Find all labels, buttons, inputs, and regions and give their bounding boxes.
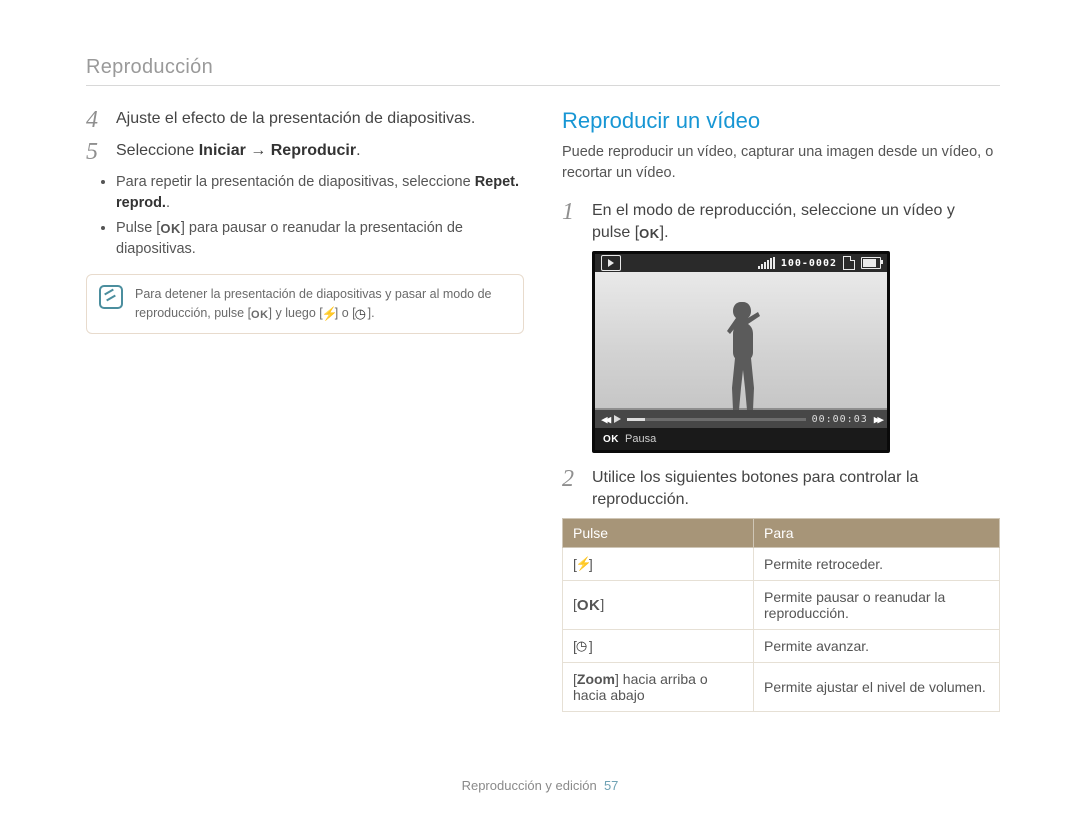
table-row: [] Permite retroceder. bbox=[563, 548, 1000, 581]
step-1: 1 En el modo de reproducción, seleccione… bbox=[562, 200, 1000, 243]
left-column: 4 Ajuste el efecto de la presentación de… bbox=[86, 108, 524, 712]
memory-card-icon bbox=[843, 256, 855, 270]
text: reproducción, pulse [ bbox=[135, 306, 251, 320]
step-text: En el modo de reproducción, seleccione u… bbox=[592, 200, 1000, 243]
volume-level-icon bbox=[758, 257, 775, 269]
two-column-layout: 4 Ajuste el efecto de la presentación de… bbox=[86, 108, 1000, 712]
ok-icon: OK bbox=[160, 220, 181, 239]
lcd-status-right: 100-0002 bbox=[758, 256, 881, 270]
step-number: 4 bbox=[86, 108, 104, 132]
cell-desc: Permite ajustar el nivel de volumen. bbox=[754, 663, 1000, 712]
text: ]. bbox=[368, 306, 375, 320]
playback-mode-icon bbox=[601, 255, 621, 271]
flash-icon bbox=[323, 306, 335, 320]
table-row: [Zoom] hacia arriba o hacia abajo Permit… bbox=[563, 663, 1000, 712]
note-text: Para detener la presentación de diaposit… bbox=[135, 285, 491, 323]
battery-icon bbox=[861, 257, 881, 269]
cell-desc: Permite pausar o reanudar la reproducció… bbox=[754, 581, 1000, 630]
page-header: Reproducción bbox=[86, 56, 1000, 86]
step-2: 2 Utilice los siguientes botones para co… bbox=[562, 467, 1000, 510]
cell-desc: Permite retroceder. bbox=[754, 548, 1000, 581]
rewind-icon: ◀◀ bbox=[601, 413, 608, 426]
person-silhouette bbox=[723, 302, 763, 410]
table-row: [] Permite avanzar. bbox=[563, 630, 1000, 663]
controls-table: Pulse Para [] Permite retroceder. [OK] P… bbox=[562, 518, 1000, 712]
timer-icon bbox=[577, 640, 589, 654]
step-text: Seleccione Iniciar → Reproducir. bbox=[116, 140, 524, 164]
page: Reproducción 4 Ajuste el efecto de la pr… bbox=[0, 0, 1080, 815]
text: Para detener la presentación de diaposit… bbox=[135, 287, 491, 301]
step-text: Ajuste el efecto de la presentación de d… bbox=[116, 108, 524, 132]
ok-icon: OK bbox=[251, 307, 269, 324]
bullet-list: Para repetir la presentación de diaposit… bbox=[116, 172, 524, 260]
lcd-footer: OK Pausa bbox=[595, 428, 887, 450]
cell-button: [OK] bbox=[563, 581, 754, 630]
play-icon bbox=[614, 415, 621, 423]
step-number: 5 bbox=[86, 140, 104, 164]
bullet-item: Pulse [OK] para pausar o reanudar la pre… bbox=[116, 218, 524, 260]
note-icon bbox=[99, 285, 123, 309]
footer-label: Reproducción y edición bbox=[462, 778, 597, 793]
lcd-transport-bar: ◀◀ 00:00:03 ▶▶ bbox=[595, 410, 887, 428]
text: Seleccione bbox=[116, 142, 199, 159]
section-title: Reproducir un vídeo bbox=[562, 108, 1000, 134]
lcd-status-bar: 100-0002 bbox=[595, 254, 887, 272]
fast-forward-icon: ▶▶ bbox=[874, 413, 881, 426]
cell-button: [] bbox=[563, 548, 754, 581]
ok-icon: OK bbox=[603, 434, 619, 445]
timecode: 00:00:03 bbox=[812, 414, 868, 425]
text-bold: Zoom bbox=[577, 671, 615, 687]
ok-icon: OK bbox=[577, 597, 601, 614]
text: Utilice los siguientes botones para cont… bbox=[592, 469, 918, 486]
cell-desc: Permite avanzar. bbox=[754, 630, 1000, 663]
text: En el modo de reproducción, seleccione u… bbox=[592, 202, 955, 219]
step-number: 1 bbox=[562, 200, 580, 243]
text-bold: Reproducir bbox=[271, 142, 356, 159]
ok-icon: OK bbox=[639, 225, 660, 243]
section-intro: Puede reproducir un vídeo, capturar una … bbox=[562, 142, 1000, 184]
text: Para repetir la presentación de diaposit… bbox=[116, 174, 475, 190]
timer-icon bbox=[356, 306, 368, 320]
text-bold: Iniciar bbox=[199, 142, 246, 159]
cell-button: [] bbox=[563, 630, 754, 663]
step-4: 4 Ajuste el efecto de la presentación de… bbox=[86, 108, 524, 132]
camera-lcd-preview: 100-0002 ◀◀ 00:00:03 ▶ bbox=[592, 251, 890, 453]
text: pulse [ bbox=[592, 224, 639, 241]
page-footer: Reproducción y edición 57 bbox=[0, 778, 1080, 793]
step-5: 5 Seleccione Iniciar → Reproducir. bbox=[86, 140, 524, 164]
table-header-pulse: Pulse bbox=[563, 519, 754, 548]
cell-button: [Zoom] hacia arriba o hacia abajo bbox=[563, 663, 754, 712]
text: . bbox=[356, 142, 360, 159]
text: Pulse [ bbox=[116, 220, 160, 236]
text: ]. bbox=[660, 224, 669, 241]
flash-icon bbox=[577, 558, 589, 572]
text: ] y luego [ bbox=[269, 306, 323, 320]
text: . bbox=[166, 195, 170, 211]
progress-bar bbox=[627, 418, 805, 421]
right-column: Reproducir un vídeo Puede reproducir un … bbox=[562, 108, 1000, 712]
step-number: 2 bbox=[562, 467, 580, 510]
table-header-row: Pulse Para bbox=[563, 519, 1000, 548]
table-row: [OK] Permite pausar o reanudar la reprod… bbox=[563, 581, 1000, 630]
file-counter: 100-0002 bbox=[781, 258, 837, 269]
bullet-item: Para repetir la presentación de diaposit… bbox=[116, 172, 524, 214]
lcd-hint-text: Pausa bbox=[625, 433, 656, 445]
info-note: Para detener la presentación de diaposit… bbox=[86, 274, 524, 334]
text: reproducción. bbox=[592, 491, 689, 508]
page-number: 57 bbox=[604, 778, 618, 793]
step-text: Utilice los siguientes botones para cont… bbox=[592, 467, 1000, 510]
text: → bbox=[246, 142, 271, 159]
table-header-para: Para bbox=[754, 519, 1000, 548]
